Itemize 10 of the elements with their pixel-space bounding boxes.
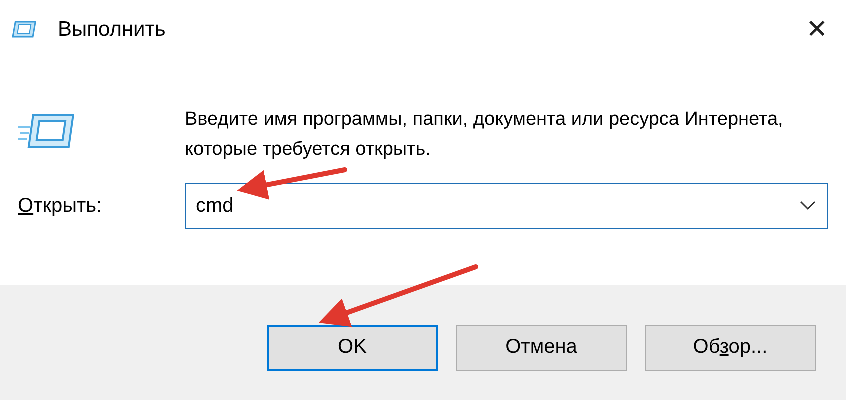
dialog-button[interactable]: Обзор... — [645, 324, 816, 370]
close-button[interactable]: ✕ — [800, 15, 834, 45]
window-title: Выполнить — [58, 18, 167, 42]
prompt-text: Введите имя программы, папки, документа или ресурса Интернета, которые требуется открыть. — [185, 108, 784, 162]
open-input[interactable]: cmd — [185, 183, 828, 229]
dialog-button[interactable]: OK — [267, 324, 438, 370]
chevron-down-icon[interactable] — [800, 201, 816, 211]
dialog-button[interactable]: Отмена — [456, 324, 627, 370]
open-label: Открыть: — [18, 194, 104, 218]
run-icon — [12, 20, 38, 40]
